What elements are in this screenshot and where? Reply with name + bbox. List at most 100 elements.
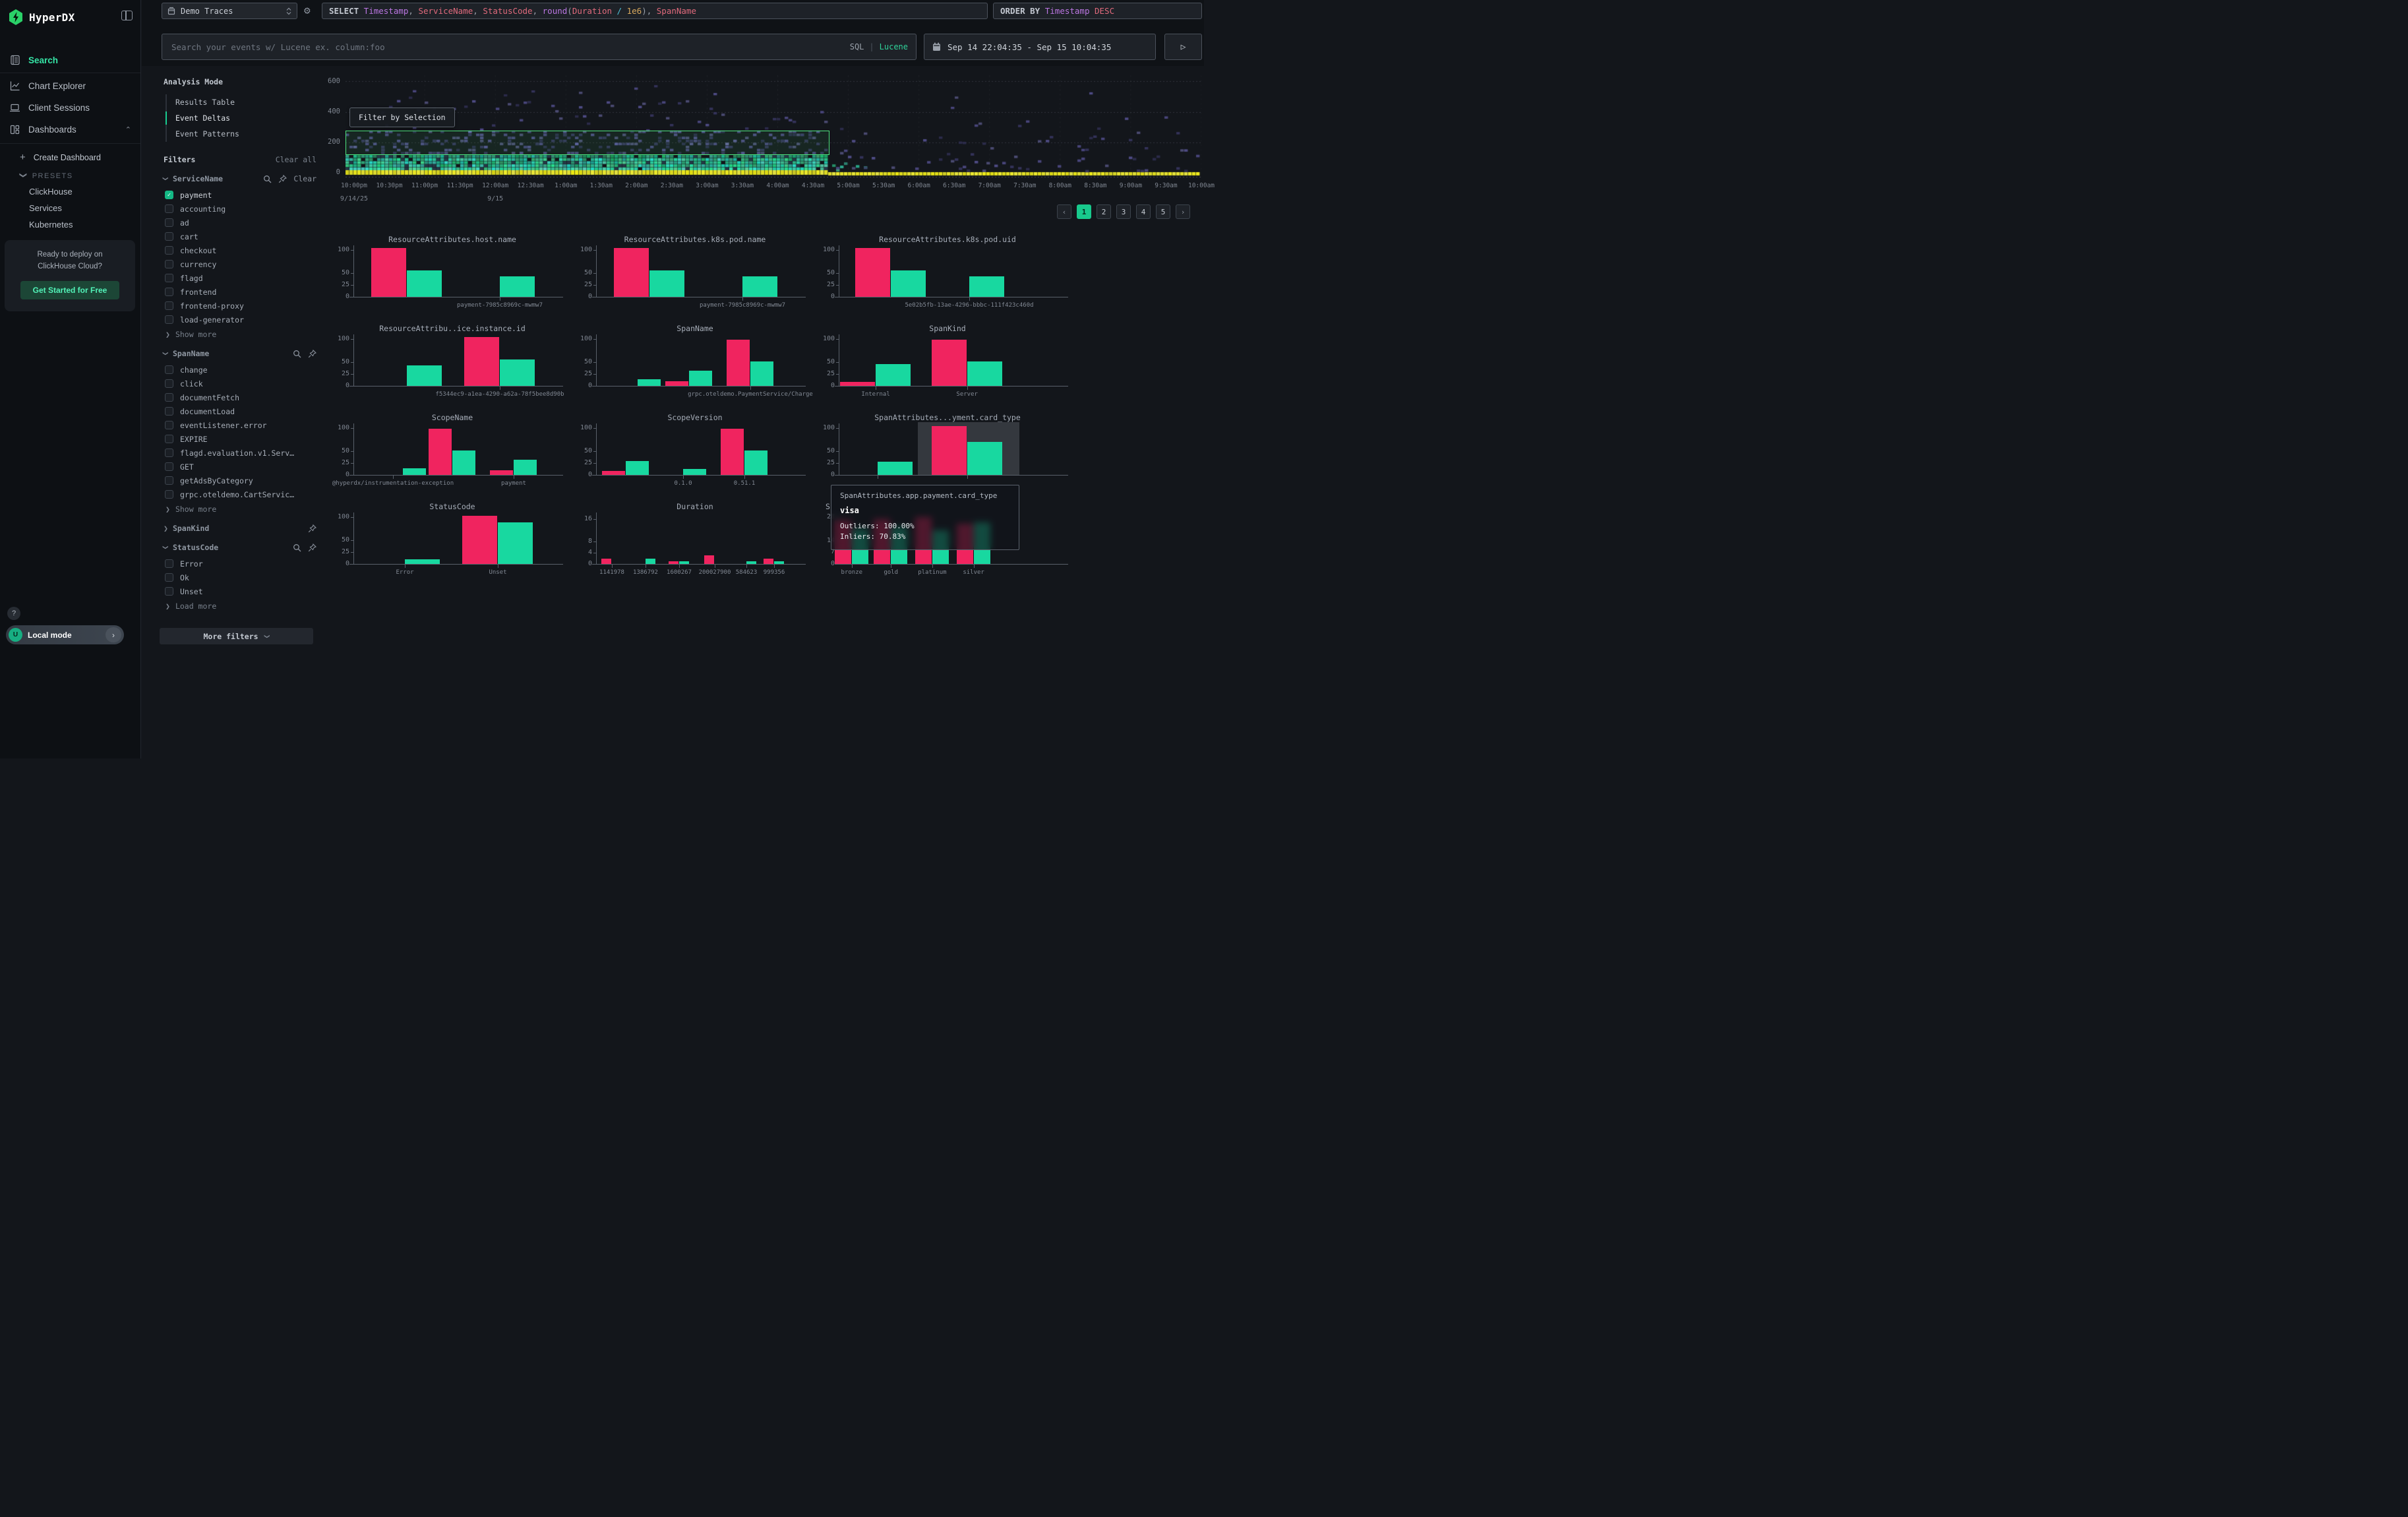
filter-show-more[interactable]: ❯Show more (166, 505, 316, 514)
filter-checkbox-change[interactable]: change (165, 363, 316, 377)
checkbox-icon[interactable] (165, 421, 173, 429)
checkbox-icon[interactable] (165, 379, 173, 388)
checkbox-icon[interactable] (165, 204, 173, 213)
analysis-mode-event-deltas[interactable]: Event Deltas (167, 110, 316, 126)
select-query-input[interactable]: SELECT Timestamp, ServiceName, StatusCod… (322, 3, 988, 19)
checkbox-icon[interactable] (165, 449, 173, 457)
filter-checkbox-cart[interactable]: cart (165, 230, 316, 243)
create-dashboard-button[interactable]: + Create Dashboard (0, 145, 140, 167)
sidebar-item-client-sessions[interactable]: Client Sessions (0, 97, 140, 119)
search-input[interactable] (170, 42, 850, 53)
pin-icon[interactable] (308, 524, 316, 533)
more-filters-button[interactable]: More filters ❯ (160, 628, 313, 644)
clear-all-filters-button[interactable]: Clear all (276, 155, 316, 164)
pagination-page-4[interactable]: 4 (1136, 204, 1151, 219)
events-heatmap[interactable] (346, 75, 1201, 178)
pagination-prev-button[interactable]: ‹ (1057, 204, 1071, 219)
sidebar-item-dashboards[interactable]: Dashboards⌃ (0, 119, 140, 140)
order-by-input[interactable]: ORDER BY Timestamp DESC (993, 3, 1202, 19)
filter-checkbox-eventlistener-error[interactable]: eventListener.error (165, 418, 316, 432)
filter-checkbox-payment[interactable]: ✓payment (165, 188, 316, 202)
checkbox-icon[interactable] (165, 573, 173, 582)
query-language-toggle[interactable]: SQL | Lucene (850, 42, 908, 51)
heatmap-selection-box[interactable] (346, 131, 829, 155)
sidebar-item-search[interactable]: Search (0, 49, 140, 71)
filter-checkbox-flagd[interactable]: flagd (165, 271, 316, 285)
local-mode-button[interactable]: U Local mode › (6, 625, 124, 644)
run-query-button[interactable]: ▷ (1164, 34, 1202, 60)
filter-checkbox-flagd-evaluation-v1-serv-[interactable]: flagd.evaluation.v1.Serv… (165, 446, 316, 460)
checkbox-icon[interactable] (165, 587, 173, 596)
checkbox-icon[interactable] (165, 274, 173, 282)
filter-section-header-servicename[interactable]: ❯ServiceNameClear (164, 174, 316, 183)
filter-checkbox-unset[interactable]: Unset (165, 584, 316, 598)
filter-checkbox-get[interactable]: GET (165, 460, 316, 474)
search-icon[interactable] (293, 543, 301, 552)
filter-section-header-spankind[interactable]: ❯SpanKind (164, 524, 316, 533)
checkbox-icon[interactable] (165, 490, 173, 499)
sidebar-collapse-icon[interactable] (121, 11, 133, 20)
checkbox-icon[interactable] (165, 260, 173, 268)
checkbox-checked-icon[interactable]: ✓ (165, 191, 173, 199)
filter-checkbox-grpc-oteldemo-cartservic-[interactable]: grpc.oteldemo.CartServic… (165, 487, 316, 501)
filter-checkbox-load-generator[interactable]: load-generator (165, 313, 316, 326)
checkbox-icon[interactable] (165, 393, 173, 402)
filter-checkbox-error[interactable]: Error (165, 557, 316, 571)
filter-checkbox-click[interactable]: click (165, 377, 316, 390)
preset-services[interactable]: Services (0, 200, 140, 216)
filter-item-label: Unset (180, 587, 203, 596)
filter-by-selection-button[interactable]: Filter by Selection (349, 108, 455, 127)
pin-icon[interactable] (278, 175, 287, 183)
pagination-page-3[interactable]: 3 (1116, 204, 1131, 219)
checkbox-icon[interactable] (165, 435, 173, 443)
sidebar-item-chart-explorer[interactable]: Chart Explorer (0, 75, 140, 97)
clear-filter-button[interactable]: Clear (293, 174, 316, 183)
checkbox-icon[interactable] (165, 559, 173, 568)
filter-checkbox-frontend-proxy[interactable]: frontend-proxy (165, 299, 316, 313)
filter-checkbox-ok[interactable]: Ok (165, 571, 316, 584)
chart-y-tick-label: 50 (331, 269, 349, 276)
filter-section-header-statuscode[interactable]: ❯StatusCode (164, 543, 316, 552)
checkbox-icon[interactable] (165, 232, 173, 241)
filter-section-header-spanname[interactable]: ❯SpanName (164, 349, 316, 358)
presets-toggle[interactable]: ❯ PRESETS (0, 167, 140, 183)
help-button[interactable]: ? (7, 607, 20, 620)
pin-icon[interactable] (308, 543, 316, 552)
checkbox-icon[interactable] (165, 407, 173, 416)
checkbox-icon[interactable] (165, 288, 173, 296)
search-icon[interactable] (293, 350, 301, 358)
checkbox-icon[interactable] (165, 476, 173, 485)
search-icon[interactable] (263, 175, 272, 183)
pagination-page-2[interactable]: 2 (1097, 204, 1111, 219)
analysis-mode-results-table[interactable]: Results Table (167, 94, 316, 110)
pagination-page-5[interactable]: 5 (1156, 204, 1170, 219)
pin-icon[interactable] (308, 350, 316, 358)
filter-show-more[interactable]: ❯Show more (166, 330, 316, 339)
filter-checkbox-accounting[interactable]: accounting (165, 202, 316, 216)
checkbox-icon[interactable] (165, 246, 173, 255)
filter-checkbox-currency[interactable]: currency (165, 257, 316, 271)
checkbox-icon[interactable] (165, 301, 173, 310)
filter-checkbox-documentload[interactable]: documentLoad (165, 404, 316, 418)
preset-clickhouse[interactable]: ClickHouse (0, 183, 140, 200)
filter-checkbox-frontend[interactable]: frontend (165, 285, 316, 299)
preset-kubernetes[interactable]: Kubernetes (0, 216, 140, 233)
filter-checkbox-documentfetch[interactable]: documentFetch (165, 390, 316, 404)
pagination-page-1[interactable]: 1 (1077, 204, 1091, 219)
plus-icon: + (20, 152, 26, 163)
source-select[interactable]: Demo Traces (162, 3, 297, 19)
checkbox-icon[interactable] (165, 365, 173, 374)
filter-checkbox-expire[interactable]: EXPIRE (165, 432, 316, 446)
filter-checkbox-getadsbycategory[interactable]: getAdsByCategory (165, 474, 316, 487)
filter-load-more[interactable]: ❯Load more (166, 602, 316, 611)
gear-icon[interactable]: ⚙ (304, 4, 311, 16)
pagination-next-button[interactable]: › (1176, 204, 1190, 219)
analysis-mode-event-patterns[interactable]: Event Patterns (167, 126, 316, 142)
checkbox-icon[interactable] (165, 315, 173, 324)
checkbox-icon[interactable] (165, 218, 173, 227)
filter-checkbox-checkout[interactable]: checkout (165, 243, 316, 257)
date-range-picker[interactable]: Sep 14 22:04:35 - Sep 15 10:04:35 (924, 34, 1156, 60)
get-started-button[interactable]: Get Started for Free (20, 281, 119, 299)
filter-checkbox-ad[interactable]: ad (165, 216, 316, 230)
checkbox-icon[interactable] (165, 462, 173, 471)
